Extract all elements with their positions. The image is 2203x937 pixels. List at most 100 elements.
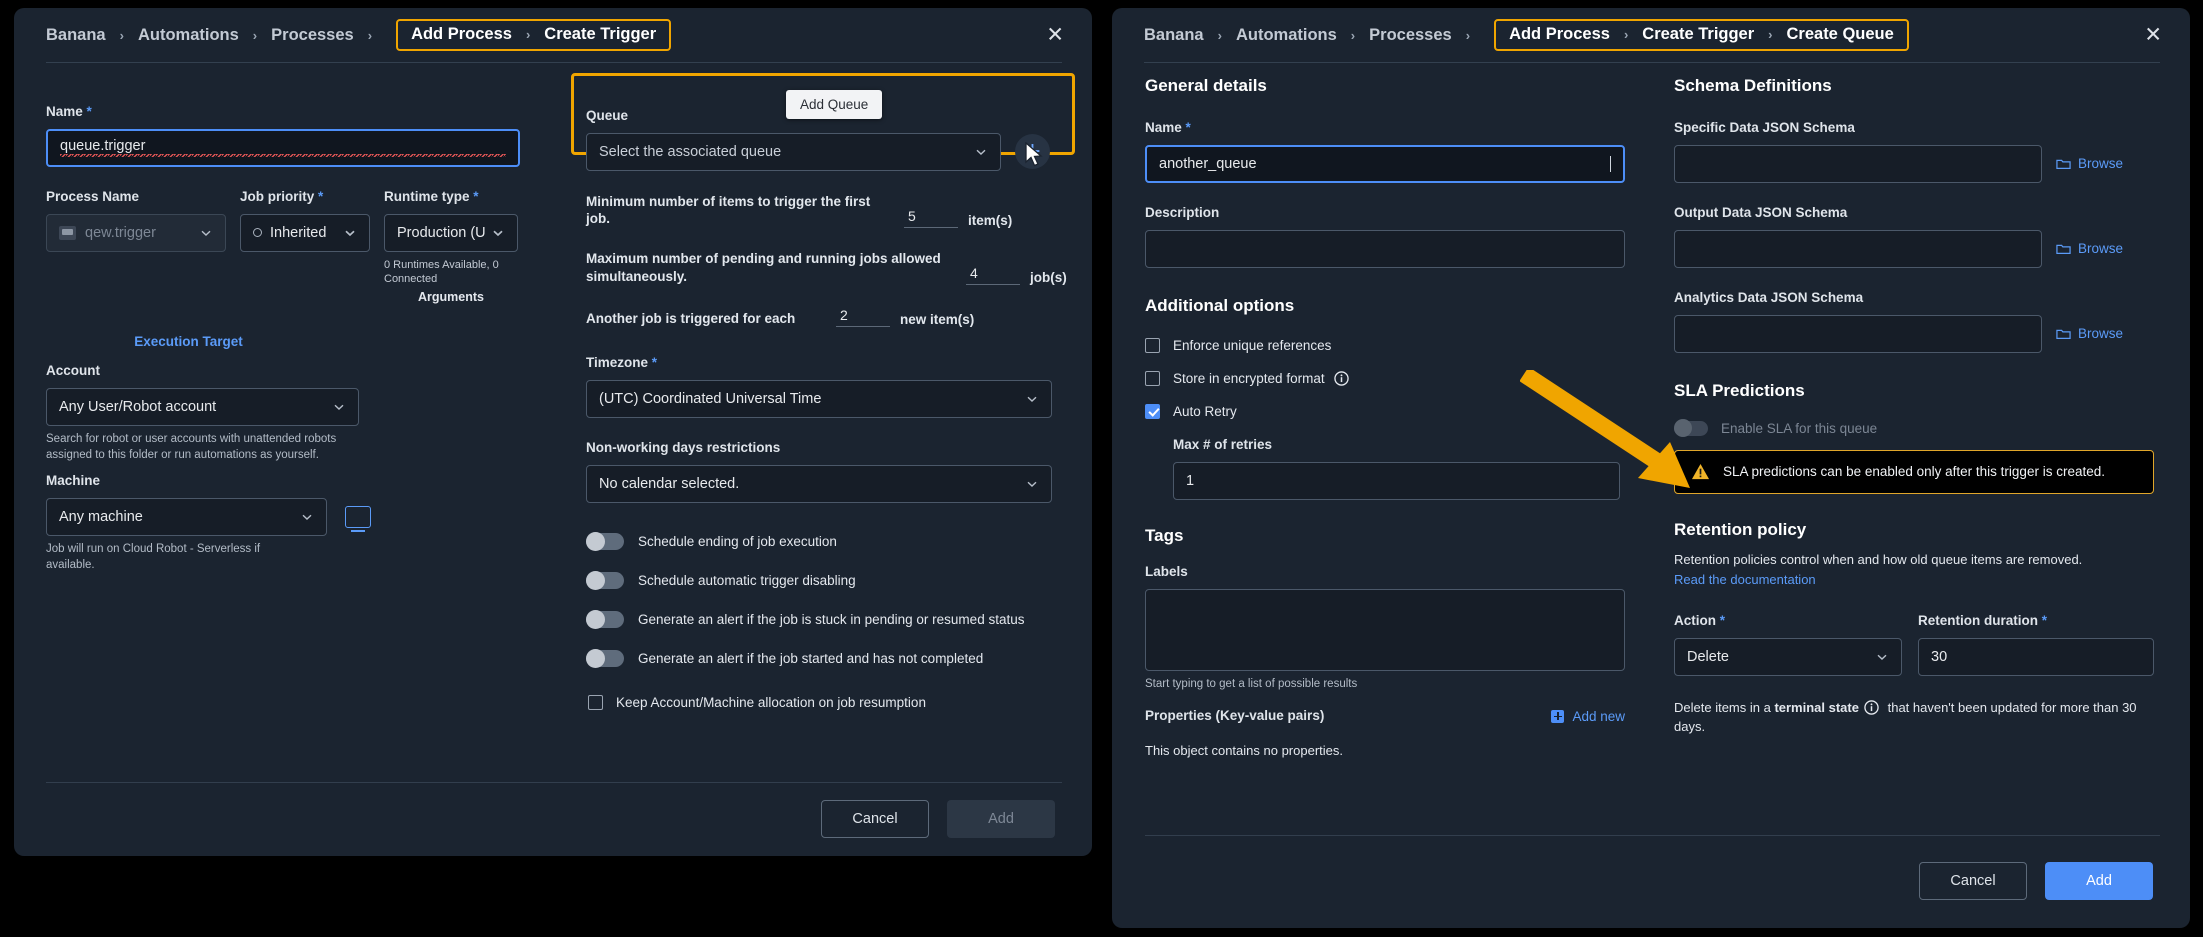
name-label: Name * xyxy=(46,104,526,121)
header-divider xyxy=(1144,62,2160,63)
info-icon[interactable] xyxy=(1334,371,1349,386)
add-new-label: Add new xyxy=(1572,709,1625,724)
enable-sla-row: Enable SLA for this queue xyxy=(1674,421,2154,436)
specific-data-schema-input[interactable] xyxy=(1674,145,2042,183)
auto-retry-label: Auto Retry xyxy=(1173,404,1237,419)
breadcrumb-item-processes[interactable]: Processes xyxy=(1369,26,1452,45)
queue-select[interactable]: Select the associated queue xyxy=(586,133,1001,171)
description-label: Description xyxy=(1145,205,1625,222)
account-select[interactable]: Any User/Robot account xyxy=(46,388,359,426)
cancel-button[interactable]: Cancel xyxy=(1919,862,2027,900)
runtime-type-group: Runtime type * Production (Una 0 Runtime… xyxy=(384,189,518,304)
name-input[interactable]: queue.trigger xyxy=(46,129,520,167)
retention-duration-input[interactable]: 30 xyxy=(1918,638,2154,676)
another-job-input[interactable]: 2 xyxy=(836,307,890,327)
labels-input[interactable] xyxy=(1145,589,1625,671)
analytics-data-schema-input[interactable] xyxy=(1674,315,2042,353)
toggle-switch-icon[interactable] xyxy=(586,650,624,667)
breadcrumb-highlight-group: Add Process › Create Trigger › Create Qu… xyxy=(1494,19,1909,51)
process-name-value: qew.trigger xyxy=(85,225,193,241)
enforce-unique-references-row[interactable]: Enforce unique references xyxy=(1145,338,1625,353)
keep-allocation-label: Keep Account/Machine allocation on job r… xyxy=(616,695,926,710)
browse-analytics-data-button[interactable]: Browse xyxy=(2056,326,2123,341)
close-icon[interactable]: ✕ xyxy=(2144,25,2162,46)
retention-action-select[interactable]: Delete xyxy=(1674,638,1902,676)
cancel-button[interactable]: Cancel xyxy=(821,800,929,838)
add-queue-button[interactable]: + xyxy=(1015,134,1050,169)
description-input[interactable] xyxy=(1145,230,1625,268)
checkbox-icon[interactable] xyxy=(1145,371,1160,386)
keep-allocation-checkbox-row[interactable]: Keep Account/Machine allocation on job r… xyxy=(586,695,1078,710)
breadcrumb-item-add-process[interactable]: Add Process xyxy=(1509,25,1610,44)
auto-retry-row[interactable]: Auto Retry xyxy=(1145,404,1625,419)
non-working-days-select[interactable]: No calendar selected. xyxy=(586,465,1052,503)
retention-note: Delete items in a terminal state that ha… xyxy=(1674,698,2154,737)
breadcrumb: Banana › Automations › Processes › Add P… xyxy=(14,8,1092,62)
queue-name-group: Name * another_queue xyxy=(1145,120,1625,183)
breadcrumb-item-create-queue[interactable]: Create Queue xyxy=(1787,25,1894,44)
breadcrumb-item-automations[interactable]: Automations xyxy=(138,26,239,45)
breadcrumb-item-banana[interactable]: Banana xyxy=(46,26,106,45)
analytics-data-schema-group: Analytics Data JSON Schema Browse xyxy=(1674,290,2154,353)
chevron-down-icon xyxy=(1875,650,1889,664)
checkbox-icon[interactable] xyxy=(1145,338,1160,353)
arguments-label: Arguments xyxy=(384,290,518,304)
checkbox-icon[interactable] xyxy=(588,695,603,710)
tags-heading: Tags xyxy=(1145,526,1625,546)
close-icon[interactable]: ✕ xyxy=(1046,25,1064,46)
toggle-switch-icon[interactable] xyxy=(586,611,624,628)
queue-name-value: another_queue xyxy=(1159,156,1610,172)
checkbox-icon[interactable] xyxy=(1145,404,1160,419)
footer-divider xyxy=(46,782,1062,783)
min-items-input[interactable]: 5 xyxy=(904,208,958,228)
runtime-type-select[interactable]: Production (Una xyxy=(384,214,518,252)
browse-output-data-button[interactable]: Browse xyxy=(2056,241,2123,256)
store-encrypted-row[interactable]: Store in encrypted format xyxy=(1145,371,1625,386)
toggle-alert-stuck[interactable]: Generate an alert if the job is stuck in… xyxy=(586,611,1078,628)
toggle-schedule-ending[interactable]: Schedule ending of job execution xyxy=(586,533,1078,550)
required-marker: * xyxy=(2042,613,2047,628)
info-icon[interactable] xyxy=(1864,700,1879,715)
breadcrumb-item-automations[interactable]: Automations xyxy=(1236,26,1337,45)
footer-divider xyxy=(1145,835,2160,836)
queue-name-input[interactable]: another_queue xyxy=(1145,145,1625,183)
chevron-down-icon xyxy=(343,226,357,240)
folder-icon xyxy=(2056,158,2071,170)
timezone-select[interactable]: (UTC) Coordinated Universal Time xyxy=(586,380,1052,418)
breadcrumb-item-add-process[interactable]: Add Process xyxy=(411,25,512,44)
folder-icon xyxy=(2056,243,2071,255)
breadcrumb-item-banana[interactable]: Banana xyxy=(1144,26,1204,45)
another-job-unit: new item(s) xyxy=(900,312,974,327)
create-queue-dialog: Banana › Automations › Processes › Add P… xyxy=(1112,8,2190,928)
chevron-right-icon: › xyxy=(1351,28,1355,43)
toggle-switch-icon[interactable] xyxy=(586,533,624,550)
toggle-auto-disable[interactable]: Schedule automatic trigger disabling xyxy=(586,572,1078,589)
output-data-schema-input[interactable] xyxy=(1674,230,2042,268)
max-retries-input[interactable]: 1 xyxy=(1173,462,1620,500)
monitor-icon[interactable] xyxy=(345,506,371,528)
properties-header-row: Properties (Key-value pairs) Add new xyxy=(1145,708,1625,725)
toggle-switch-icon[interactable] xyxy=(586,572,624,589)
breadcrumb-item-create-trigger[interactable]: Create Trigger xyxy=(1642,25,1754,44)
runtime-type-label: Runtime type * xyxy=(384,189,518,206)
toggle-alert-not-completed[interactable]: Generate an alert if the job started and… xyxy=(586,650,1078,667)
retention-action-value: Delete xyxy=(1687,649,1869,665)
retention-description: Retention policies control when and how … xyxy=(1674,552,2154,567)
retention-documentation-link[interactable]: Read the documentation xyxy=(1674,572,2154,587)
toggle-label: Schedule automatic trigger disabling xyxy=(638,573,856,588)
breadcrumb-item-processes[interactable]: Processes xyxy=(271,26,354,45)
add-new-property-button[interactable]: Add new xyxy=(1551,709,1625,724)
add-button[interactable]: Add xyxy=(2045,862,2153,900)
chevron-right-icon: › xyxy=(1624,27,1628,42)
max-pending-input[interactable]: 4 xyxy=(966,265,1020,285)
add-button[interactable]: Add xyxy=(947,800,1055,838)
retention-duration-label: Retention duration * xyxy=(1918,613,2154,630)
name-input-value: queue.trigger xyxy=(60,138,506,157)
specific-data-schema-group: Specific Data JSON Schema Browse xyxy=(1674,120,2154,183)
breadcrumb-item-create-trigger[interactable]: Create Trigger xyxy=(544,25,656,44)
browse-specific-data-button[interactable]: Browse xyxy=(2056,156,2123,171)
job-priority-select[interactable]: Inherited xyxy=(240,214,370,252)
chevron-right-icon: › xyxy=(120,28,124,43)
required-marker: * xyxy=(1186,120,1191,135)
machine-select[interactable]: Any machine xyxy=(46,498,327,536)
